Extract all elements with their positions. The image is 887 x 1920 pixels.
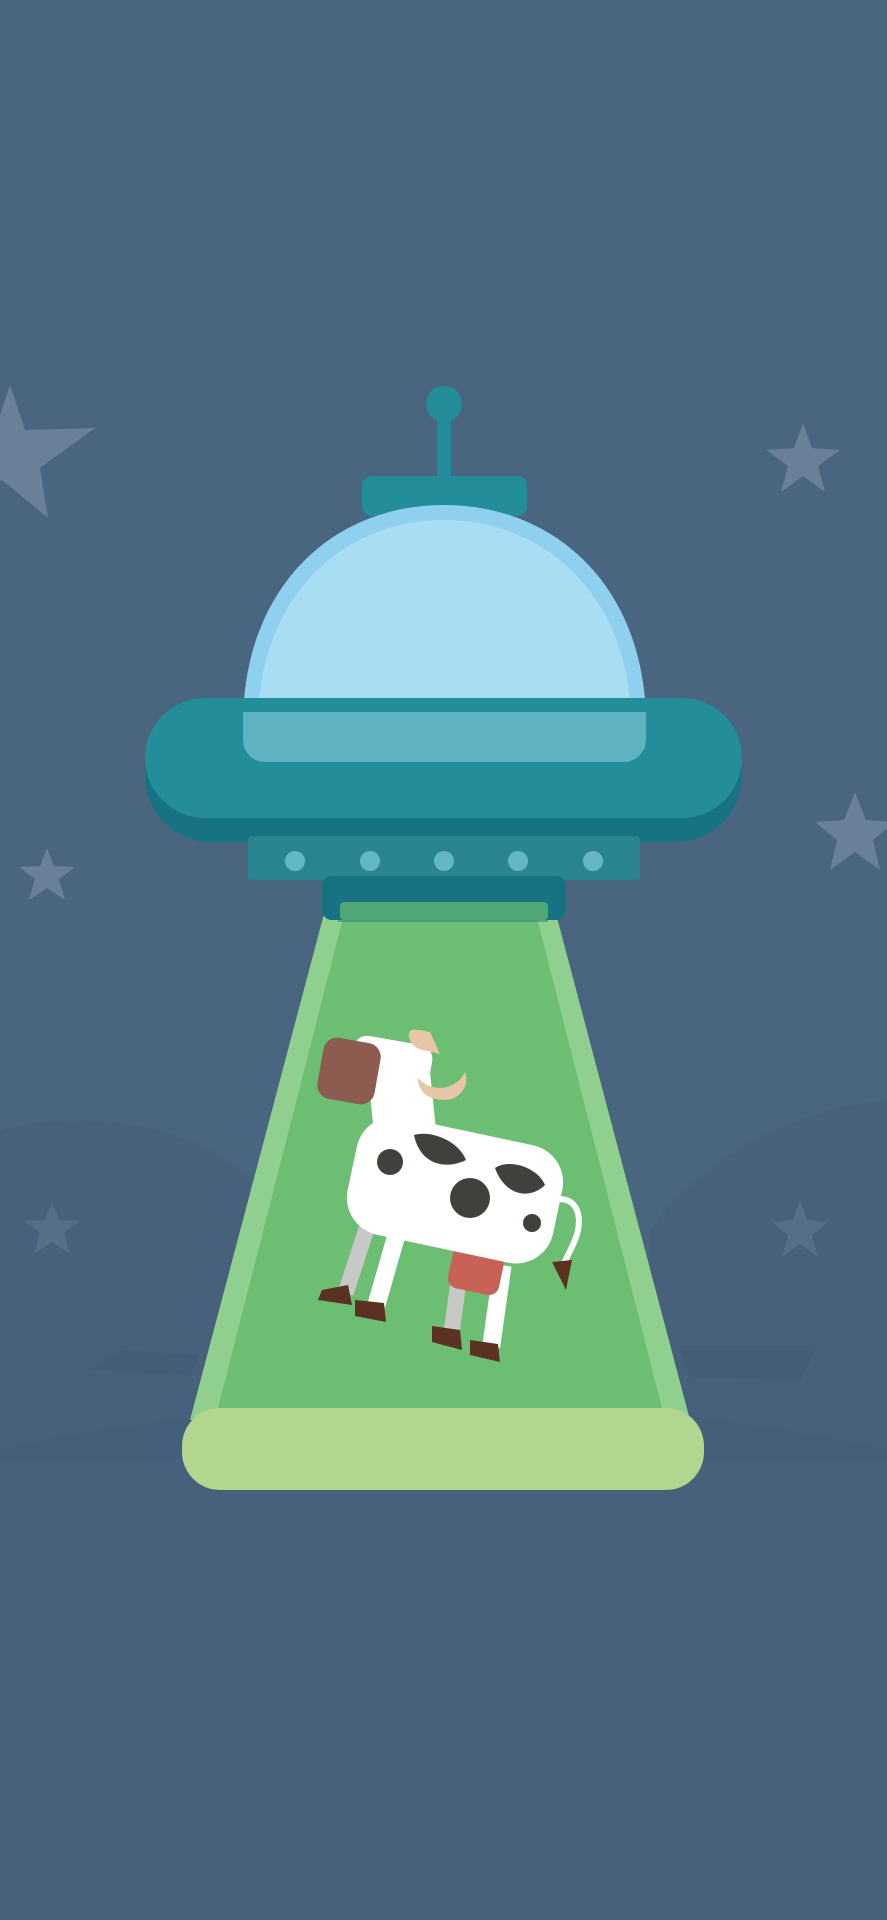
cow-spot (523, 1214, 541, 1232)
wallpaper-screen (0, 0, 887, 1920)
light-dot (434, 851, 454, 871)
rock-right (680, 1350, 815, 1380)
ufo-abduction-scene (0, 0, 887, 1920)
light-dot (360, 851, 380, 871)
light-dot (583, 851, 603, 871)
beam-emitter-glow (340, 902, 548, 920)
light-dot (285, 851, 305, 871)
cow-ear (317, 1037, 381, 1105)
cow-spot (377, 1149, 403, 1175)
dome-overlap (243, 712, 646, 762)
antenna-tip (426, 386, 462, 422)
ground-glow (182, 1408, 704, 1490)
light-dot (508, 851, 528, 871)
cow-spot (450, 1178, 490, 1218)
